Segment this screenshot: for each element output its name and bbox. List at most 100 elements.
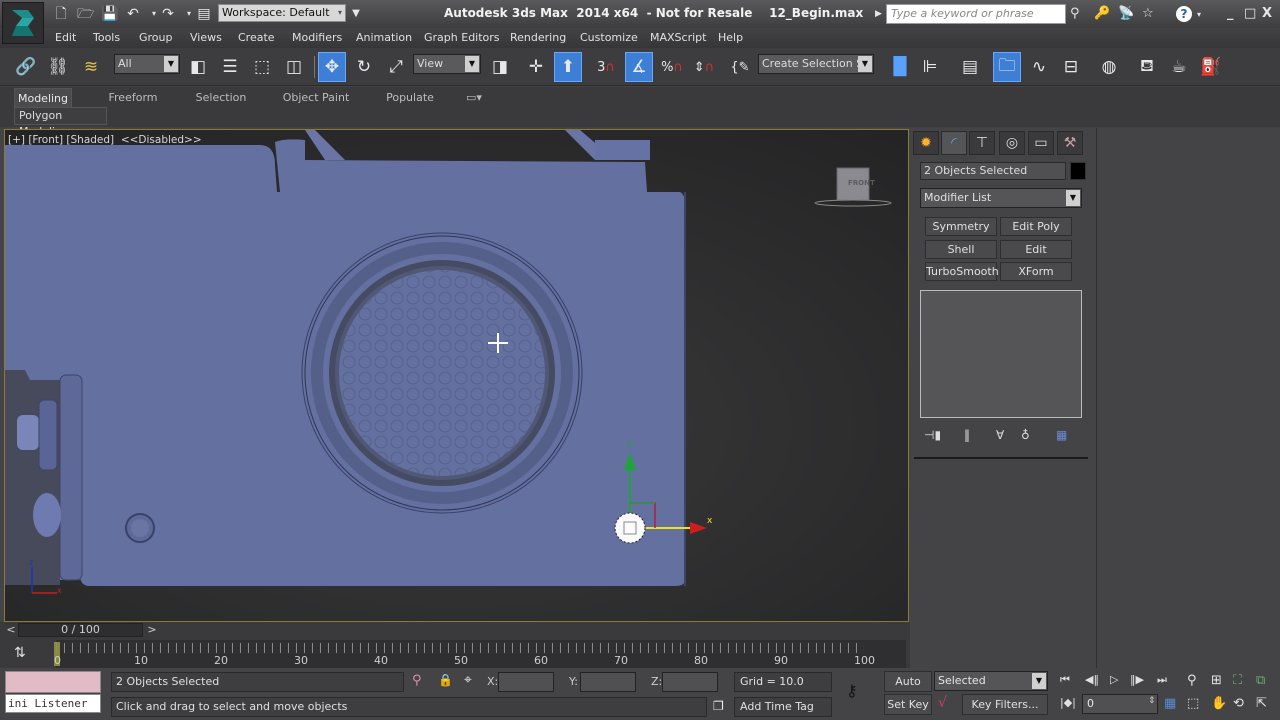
open-file-icon[interactable]: 🗁 <box>77 6 94 22</box>
selection-lock-icon[interactable]: 🔒 <box>438 673 453 687</box>
menu-customize[interactable]: Customize <box>580 31 638 44</box>
x-coord-input[interactable] <box>498 672 554 692</box>
key-mode-toggle-icon[interactable]: |◆| <box>1060 696 1076 709</box>
time-slider-prev[interactable]: < <box>4 623 18 637</box>
menu-edit[interactable]: Edit <box>55 31 76 44</box>
select-and-scale-icon[interactable]: ⤢ <box>382 52 410 82</box>
menu-help[interactable]: Help <box>718 31 743 44</box>
schematic-view-icon[interactable]: ⊟ <box>1057 52 1085 82</box>
zoom-extents-icon[interactable]: ⛶ <box>1233 673 1242 688</box>
previous-frame-icon[interactable]: ◀‖ <box>1085 673 1099 686</box>
close-button[interactable]: X <box>1262 6 1272 21</box>
ribbon-tab-modeling[interactable]: Modeling <box>14 88 72 107</box>
select-manipulate-icon[interactable]: ✛ <box>522 52 550 82</box>
undo-icon[interactable]: ↶ <box>125 6 141 22</box>
rectangular-selection-icon[interactable]: ⬚ <box>248 52 276 82</box>
new-file-icon[interactable]: 🗋 <box>53 6 69 22</box>
menu-modifiers[interactable]: Modifiers <box>292 31 342 44</box>
customize-quick-access-icon[interactable]: ▼ <box>348 6 364 22</box>
rendered-frame-window-icon[interactable]: ☕ <box>1165 52 1193 82</box>
project-folder-icon[interactable]: ▤ <box>196 6 212 22</box>
show-end-result-icon[interactable]: ‖ <box>964 428 970 442</box>
play-icon[interactable]: ▷ <box>1110 673 1118 686</box>
menu-animation[interactable]: Animation <box>356 31 412 44</box>
align-icon[interactable]: ⊫ <box>916 52 944 82</box>
link-icon[interactable]: 🔗 <box>12 52 40 82</box>
motion-tab-icon[interactable]: ◎ <box>999 131 1025 155</box>
window-crossing-icon[interactable]: ◫ <box>280 52 308 82</box>
zoom-icon[interactable]: ⚲ <box>1187 673 1197 688</box>
expand-search-icon[interactable]: ▶ <box>875 9 882 19</box>
pin-stack-icon[interactable]: ⊣▮ <box>924 428 941 442</box>
auto-key-button[interactable]: Auto Key <box>884 671 932 707</box>
frame-spinner-icon[interactable]: ⇕ <box>1148 696 1156 706</box>
add-time-tag-button[interactable]: Add Time Tag <box>734 697 832 717</box>
pivot-center-icon[interactable]: ◨ <box>486 52 514 82</box>
menu-rendering[interactable]: Rendering <box>510 31 566 44</box>
ribbon-panel-polygon-modeling[interactable]: Polygon Modeling <box>14 107 107 138</box>
key-search-icon[interactable]: 🔑 <box>1094 6 1110 21</box>
viewcube-face-label[interactable]: FRONT <box>848 179 875 187</box>
help-icon[interactable]: ? <box>1176 6 1192 22</box>
modifier-edit-normals-button[interactable]: Edit Normals <box>1000 240 1072 273</box>
viewport-front[interactable]: FRONT y x z x <box>4 129 909 622</box>
reference-coordinate-dropdown[interactable]: View ▼ <box>413 54 481 74</box>
select-and-move-icon[interactable]: ✥ <box>318 52 346 82</box>
utilities-tab-icon[interactable]: ⚒ <box>1057 131 1083 155</box>
ribbon-options-icon[interactable]: ▭▾ <box>460 88 488 107</box>
isolate-selection-icon[interactable]: ⚲ <box>412 673 422 688</box>
mirror-icon[interactable]: ▐▌ <box>886 52 914 82</box>
set-key-button[interactable]: Set Key <box>884 694 932 715</box>
time-configuration-icon[interactable]: ▦ <box>1164 696 1176 711</box>
key-mode-dropdown[interactable]: Selected ▼ <box>934 671 1048 691</box>
select-and-rotate-icon[interactable]: ↻ <box>350 52 378 82</box>
search-input[interactable]: Type a keyword or phrase <box>886 4 1066 24</box>
ribbon-tab-freeform[interactable]: Freeform <box>102 88 164 107</box>
ribbon-tab-object-paint[interactable]: Object Paint <box>280 88 352 107</box>
select-object-icon[interactable]: ◧ <box>184 52 212 82</box>
modifier-list-dropdown[interactable]: Modifier List ▼ <box>920 188 1082 208</box>
modifier-edit-poly-button[interactable]: Edit Poly <box>1000 217 1072 236</box>
curve-editor-icon[interactable]: ∿ <box>1025 52 1053 82</box>
hierarchy-tab-icon[interactable]: ⊤ <box>969 131 995 155</box>
create-tab-icon[interactable]: ✹ <box>913 131 939 155</box>
menu-graph-editors[interactable]: Graph Editors <box>424 31 500 44</box>
go-to-start-icon[interactable]: ⏮ <box>1060 673 1070 687</box>
menu-maxscript[interactable]: MAXScript <box>650 31 706 44</box>
redo-icon[interactable]: ↷ <box>160 6 176 22</box>
ribbon-tab-selection[interactable]: Selection <box>188 88 254 107</box>
binoculars-icon[interactable]: ⚲ <box>1070 6 1080 21</box>
display-tab-icon[interactable]: ▭ <box>1028 131 1054 155</box>
app-menu-button[interactable] <box>2 2 44 44</box>
time-slider-next[interactable]: > <box>145 623 159 637</box>
viewport-label-menu[interactable]: [+] [Front] [Shaded] <<Disabled>> <box>8 134 202 146</box>
workspace-dropdown[interactable]: Workspace: Default ▾ <box>218 4 346 22</box>
select-by-name-icon[interactable]: ☰ <box>216 52 244 82</box>
object-color-swatch[interactable] <box>1070 162 1086 180</box>
modifier-turbosmooth-button[interactable]: TurboSmooth <box>925 262 999 281</box>
key-filters-button[interactable]: Key Filters... <box>962 694 1048 715</box>
adaptive-degradation-icon[interactable]: ❐ <box>713 699 724 713</box>
make-unique-icon[interactable]: ∀ <box>996 428 1004 442</box>
redo-dropdown-icon[interactable]: ▾ <box>181 6 197 22</box>
z-coord-input[interactable] <box>662 672 718 692</box>
layer-manager-icon[interactable]: ▤ <box>956 52 984 82</box>
percent-snap-icon[interactable]: % ∩ <box>658 52 686 82</box>
menu-views[interactable]: Views <box>190 31 222 44</box>
scene-explorer-icon[interactable]: 🗀 <box>993 52 1021 82</box>
set-keys-key-icon[interactable]: ⚷ <box>846 681 858 700</box>
ribbon-tab-populate[interactable]: Populate <box>382 88 438 107</box>
keyboard-shortcut-override-icon[interactable]: ⬆ <box>554 52 582 82</box>
time-slider[interactable]: 0 / 100 <box>18 623 143 637</box>
maxscript-listener-output[interactable] <box>5 671 101 693</box>
spinner-snap-icon[interactable]: ⇕ ∩ <box>690 52 718 82</box>
minimize-button[interactable]: _ <box>1227 6 1234 21</box>
zoom-all-icon[interactable]: ⊞ <box>1211 673 1222 688</box>
save-icon[interactable]: 💾 <box>101 6 118 22</box>
material-editor-icon[interactable]: ◍ <box>1095 52 1123 82</box>
object-name-field[interactable]: 2 Objects Selected <box>920 162 1066 180</box>
named-selection-dropdown[interactable]: Create Selection Se ▼ <box>758 54 874 74</box>
bind-space-warp-icon[interactable]: ≋ <box>77 52 105 82</box>
render-production-icon[interactable]: ⛽ <box>1197 52 1225 82</box>
modifier-shell-button[interactable]: Shell <box>925 240 997 259</box>
